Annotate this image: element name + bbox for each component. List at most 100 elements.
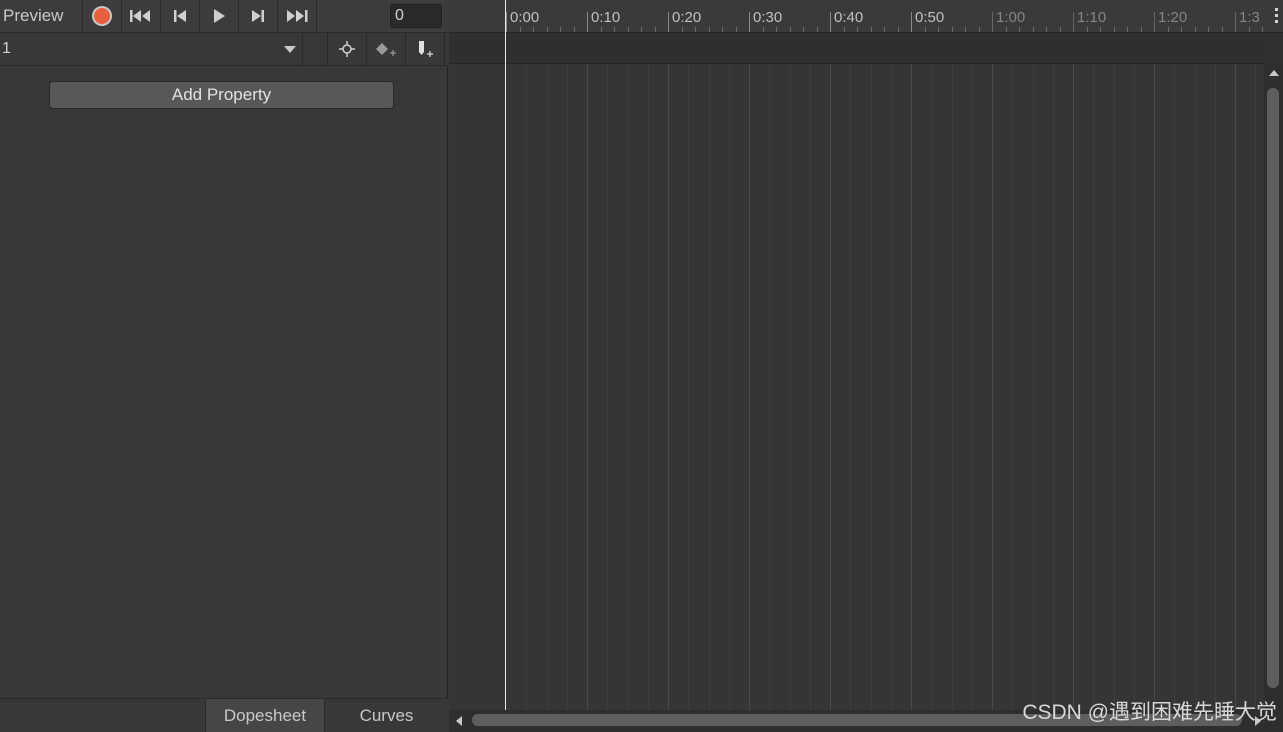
ruler-minor-tick [857, 27, 858, 32]
ruler-minor-tick [1127, 27, 1128, 32]
grid-line [790, 64, 791, 710]
ruler-tick-label: 0:20 [672, 9, 702, 26]
clip-dropdown[interactable]: 1 [0, 33, 303, 65]
play-icon [214, 9, 225, 23]
ruler-major-tick [587, 12, 588, 32]
ruler-minor-tick [1141, 27, 1142, 32]
grid-line [810, 64, 811, 710]
dopesheet-grid[interactable] [449, 64, 1264, 710]
ruler-minor-tick [1181, 27, 1182, 32]
prev-keyframe-button[interactable] [161, 0, 200, 32]
event-lane[interactable] [449, 33, 1264, 64]
grid-line [1215, 64, 1216, 710]
record-button[interactable] [83, 0, 122, 32]
ruler-minor-tick [763, 27, 764, 32]
time-ruler[interactable]: 0:00 0:10 0:20 0:30 0:40 0:50 1:00 1:10 1:20 1:3 [449, 0, 1283, 33]
grid-line [850, 64, 851, 710]
ruler-minor-tick [533, 27, 534, 32]
playhead[interactable] [505, 0, 506, 710]
ruler-minor-tick [1019, 27, 1020, 32]
ruler-minor-tick [938, 27, 939, 32]
ruler-minor-tick [1222, 27, 1223, 32]
scroll-up-icon[interactable] [1269, 70, 1279, 76]
grid-line [1154, 64, 1155, 710]
watermark-text: CSDN @遇到困难先睡大觉 [1022, 701, 1277, 724]
grid-line [729, 64, 730, 710]
ruler-major-tick [911, 12, 912, 32]
next-keyframe-button[interactable] [239, 0, 278, 32]
kebab-menu-icon[interactable] [1275, 8, 1279, 23]
grid-line [1134, 64, 1135, 710]
ruler-major-tick [1235, 12, 1236, 32]
add-property-button[interactable]: Add Property [49, 81, 394, 109]
grid-line [749, 64, 750, 710]
ruler-minor-tick [979, 27, 980, 32]
frame-input[interactable]: 0 [390, 4, 442, 28]
grid-line [891, 64, 892, 710]
ruler-minor-tick [1060, 27, 1061, 32]
grid-line [1012, 64, 1013, 710]
first-keyframe-button[interactable] [122, 0, 161, 32]
grid-line [1073, 64, 1074, 710]
ruler-minor-tick [1087, 27, 1088, 32]
first-keyframe-icon [130, 10, 150, 22]
grid-line [1195, 64, 1196, 710]
ruler-minor-tick [871, 27, 872, 32]
grid-line [1033, 64, 1034, 710]
grid-line [992, 64, 993, 710]
ruler-minor-tick [898, 27, 899, 32]
ruler-minor-tick [1033, 27, 1034, 32]
tab-curves[interactable]: Curves [325, 699, 448, 732]
filter-selection-button[interactable] [328, 33, 367, 65]
ruler-minor-tick [1046, 27, 1047, 32]
grid-line [972, 64, 973, 710]
ruler-minor-tick [574, 27, 575, 32]
ruler-minor-tick [722, 27, 723, 32]
grid-line [871, 64, 872, 710]
prev-keyframe-icon [174, 10, 186, 22]
ruler-minor-tick [817, 27, 818, 32]
ruler-tick-label: 1:00 [996, 9, 1026, 26]
add-event-icon [419, 41, 433, 57]
ruler-minor-tick [547, 27, 548, 32]
grid-line [830, 64, 831, 710]
ruler-major-tick [749, 12, 750, 32]
ruler-minor-tick [520, 27, 521, 32]
vertical-scroll-thumb[interactable] [1267, 88, 1279, 688]
last-keyframe-button[interactable] [278, 0, 317, 32]
ruler-minor-tick [641, 27, 642, 32]
vertical-scrollbar[interactable] [1264, 64, 1283, 710]
last-keyframe-icon [287, 10, 308, 22]
properties-panel: Preview 0 1 Add Property Dopesheet Curve… [0, 0, 448, 732]
grid-line [769, 64, 770, 710]
add-keyframe-button[interactable] [367, 33, 406, 65]
grid-line [1114, 64, 1115, 710]
ruler-minor-tick [709, 27, 710, 32]
play-button[interactable] [200, 0, 239, 32]
ruler-tick-label: 0:50 [915, 9, 945, 26]
tab-dopesheet[interactable]: Dopesheet [205, 699, 325, 732]
grid-line [668, 64, 669, 710]
ruler-minor-tick [965, 27, 966, 32]
grid-line [607, 64, 608, 710]
ruler-major-tick [1073, 12, 1074, 32]
scroll-left-icon[interactable] [456, 716, 462, 726]
preview-toggle[interactable]: Preview [0, 0, 83, 32]
ruler-minor-tick [776, 27, 777, 32]
ruler-minor-tick [695, 27, 696, 32]
ruler-minor-tick [884, 27, 885, 32]
ruler-tick-label: 1:10 [1077, 9, 1107, 26]
ruler-minor-tick [736, 27, 737, 32]
add-event-button[interactable] [406, 33, 445, 65]
grid-line [547, 64, 548, 710]
ruler-minor-tick [1006, 27, 1007, 32]
grid-line [567, 64, 568, 710]
ruler-tick-label: 0:40 [834, 9, 864, 26]
grid-line [911, 64, 912, 710]
chevron-down-icon [284, 45, 296, 53]
ruler-tick-label: 1:3 [1239, 9, 1260, 26]
grid-line [628, 64, 629, 710]
ruler-tick-label: 1:20 [1158, 9, 1188, 26]
ruler-minor-tick [952, 27, 953, 32]
